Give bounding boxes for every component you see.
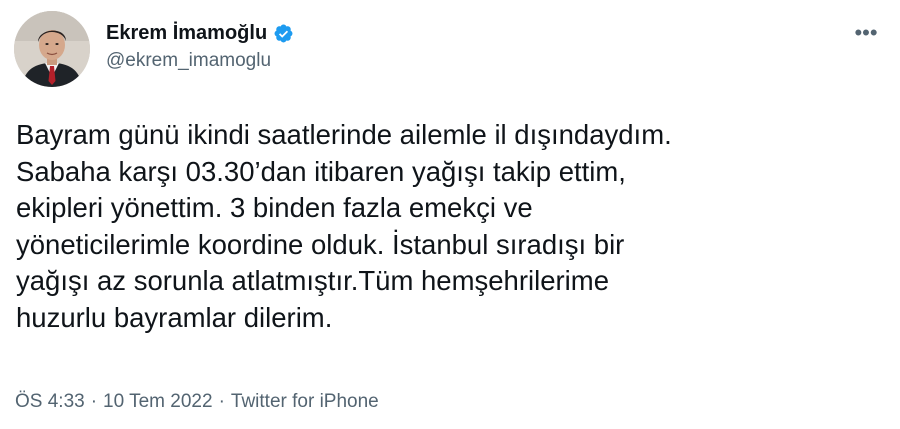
more-horizontal-icon: ••• — [854, 20, 878, 45]
user-handle[interactable]: @ekrem_imamoglu — [106, 50, 294, 72]
tweet-source[interactable]: Twitter for iPhone — [231, 391, 379, 413]
tweet-date[interactable]: 10 Tem 2022 — [103, 391, 213, 413]
display-name[interactable]: Ekrem İmamoğlu — [106, 22, 267, 45]
tweet-time[interactable]: ÖS 4:33 — [15, 391, 85, 413]
tweet-text: Bayram günü ikindi saatlerinde ailemle i… — [16, 119, 672, 333]
tweet-card: Ekrem İmamoğlu @ekrem_imamoglu ••• Bayra… — [0, 0, 900, 429]
separator: · — [90, 391, 98, 412]
more-options-button[interactable]: ••• — [846, 18, 886, 48]
profile-photo-icon — [14, 11, 90, 87]
user-info: Ekrem İmamoğlu @ekrem_imamoglu — [106, 20, 294, 72]
verified-badge-icon — [273, 23, 294, 44]
separator: · — [218, 391, 225, 412]
tweet-metadata: ÖS 4:33 · 10 Tem 2022 · Twitter for iPho… — [15, 391, 379, 413]
name-row: Ekrem İmamoğlu — [106, 20, 294, 46]
avatar[interactable] — [14, 11, 90, 87]
